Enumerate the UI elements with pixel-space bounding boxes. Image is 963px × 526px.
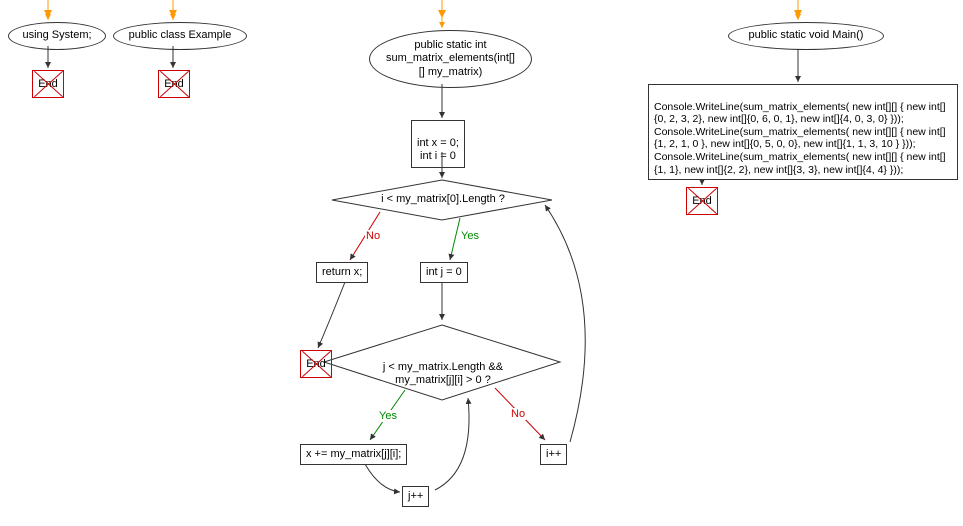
node-label: public static void Main() bbox=[749, 29, 864, 42]
node-init-j: int j = 0 bbox=[420, 262, 468, 283]
node-label: j++ bbox=[408, 490, 423, 502]
node-label: j < my_matrix.Length && my_matrix[j][i] … bbox=[383, 361, 503, 386]
node-label: Console.WriteLine(sum_matrix_elements( n… bbox=[654, 101, 946, 176]
node-main-body: Console.WriteLine(sum_matrix_elements( n… bbox=[648, 84, 958, 180]
node-fn-header: public static int sum_matrix_elements(in… bbox=[369, 30, 532, 88]
node-using-system: using System; bbox=[8, 22, 106, 50]
node-ipp: i++ bbox=[540, 444, 567, 465]
node-label: i++ bbox=[546, 448, 561, 460]
node-label: i < my_matrix[0].Length ? bbox=[381, 193, 505, 205]
node-label: int j = 0 bbox=[426, 266, 462, 278]
node-return-x: return x; bbox=[316, 262, 368, 283]
end-label: End bbox=[38, 78, 58, 90]
edge-label-yes: Yes bbox=[378, 410, 398, 422]
node-label: public static int sum_matrix_elements(in… bbox=[386, 39, 515, 79]
start-arrow-icon bbox=[44, 10, 52, 18]
node-main-header: public static void Main() bbox=[728, 22, 884, 50]
node-label: int x = 0; int i = 0 bbox=[417, 137, 459, 162]
end-label: End bbox=[306, 358, 326, 370]
node-public-class: public class Example bbox=[113, 22, 247, 50]
node-cond-outer: i < my_matrix[0].Length ? bbox=[358, 193, 528, 206]
edge-label-yes: Yes bbox=[460, 230, 480, 242]
start-arrow-icon bbox=[794, 10, 802, 18]
node-jpp: j++ bbox=[402, 486, 429, 507]
node-label: using System; bbox=[22, 29, 91, 42]
node-label: x += my_matrix[j][i]; bbox=[306, 448, 401, 460]
node-label: return x; bbox=[322, 266, 362, 278]
node-init-vars: int x = 0; int i = 0 bbox=[411, 120, 465, 168]
start-arrow-icon bbox=[169, 10, 177, 18]
edge-label-no: No bbox=[510, 408, 526, 420]
end-node: End bbox=[158, 70, 190, 98]
end-label: End bbox=[164, 78, 184, 90]
end-label: End bbox=[692, 195, 712, 207]
node-cond-inner: j < my_matrix.Length && my_matrix[j][i] … bbox=[358, 348, 528, 388]
node-label: public class Example bbox=[129, 29, 232, 42]
edge-label-no: No bbox=[365, 230, 381, 242]
start-arrow-icon bbox=[438, 10, 446, 18]
end-node: End bbox=[686, 187, 718, 215]
end-node: End bbox=[32, 70, 64, 98]
end-node: End bbox=[300, 350, 332, 378]
node-accum: x += my_matrix[j][i]; bbox=[300, 444, 407, 465]
